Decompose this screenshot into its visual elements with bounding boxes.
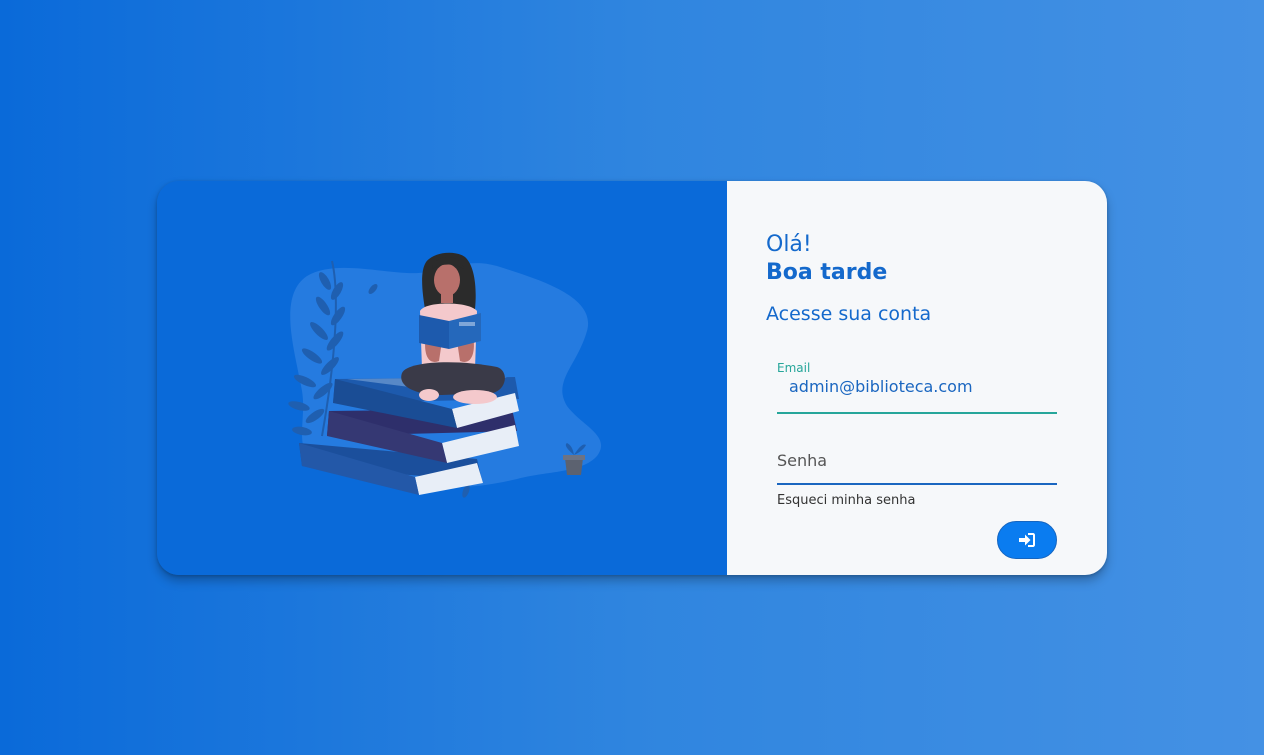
login-button[interactable]	[997, 521, 1057, 559]
greeting-text: Olá!	[766, 232, 812, 257]
form-subtitle: Acesse sua conta	[766, 303, 932, 325]
reading-woman-illustration	[288, 252, 602, 498]
sign-in-icon	[1019, 533, 1035, 547]
password-placeholder: Senha	[777, 451, 828, 470]
email-value[interactable]: admin@biblioteca.com	[789, 377, 973, 396]
email-label: Email	[777, 361, 811, 375]
illustration-panel	[157, 181, 727, 575]
login-form-panel: Olá! Boa tarde Acesse sua conta Email ad…	[727, 181, 1107, 575]
forgot-password-link[interactable]: Esqueci minha senha	[777, 493, 915, 508]
email-field[interactable]: Email admin@biblioteca.com	[777, 361, 1057, 414]
password-field[interactable]: Senha	[777, 443, 1057, 485]
login-card: Olá! Boa tarde Acesse sua conta Email ad…	[157, 181, 1107, 575]
greeting-time-text: Boa tarde	[766, 260, 888, 285]
